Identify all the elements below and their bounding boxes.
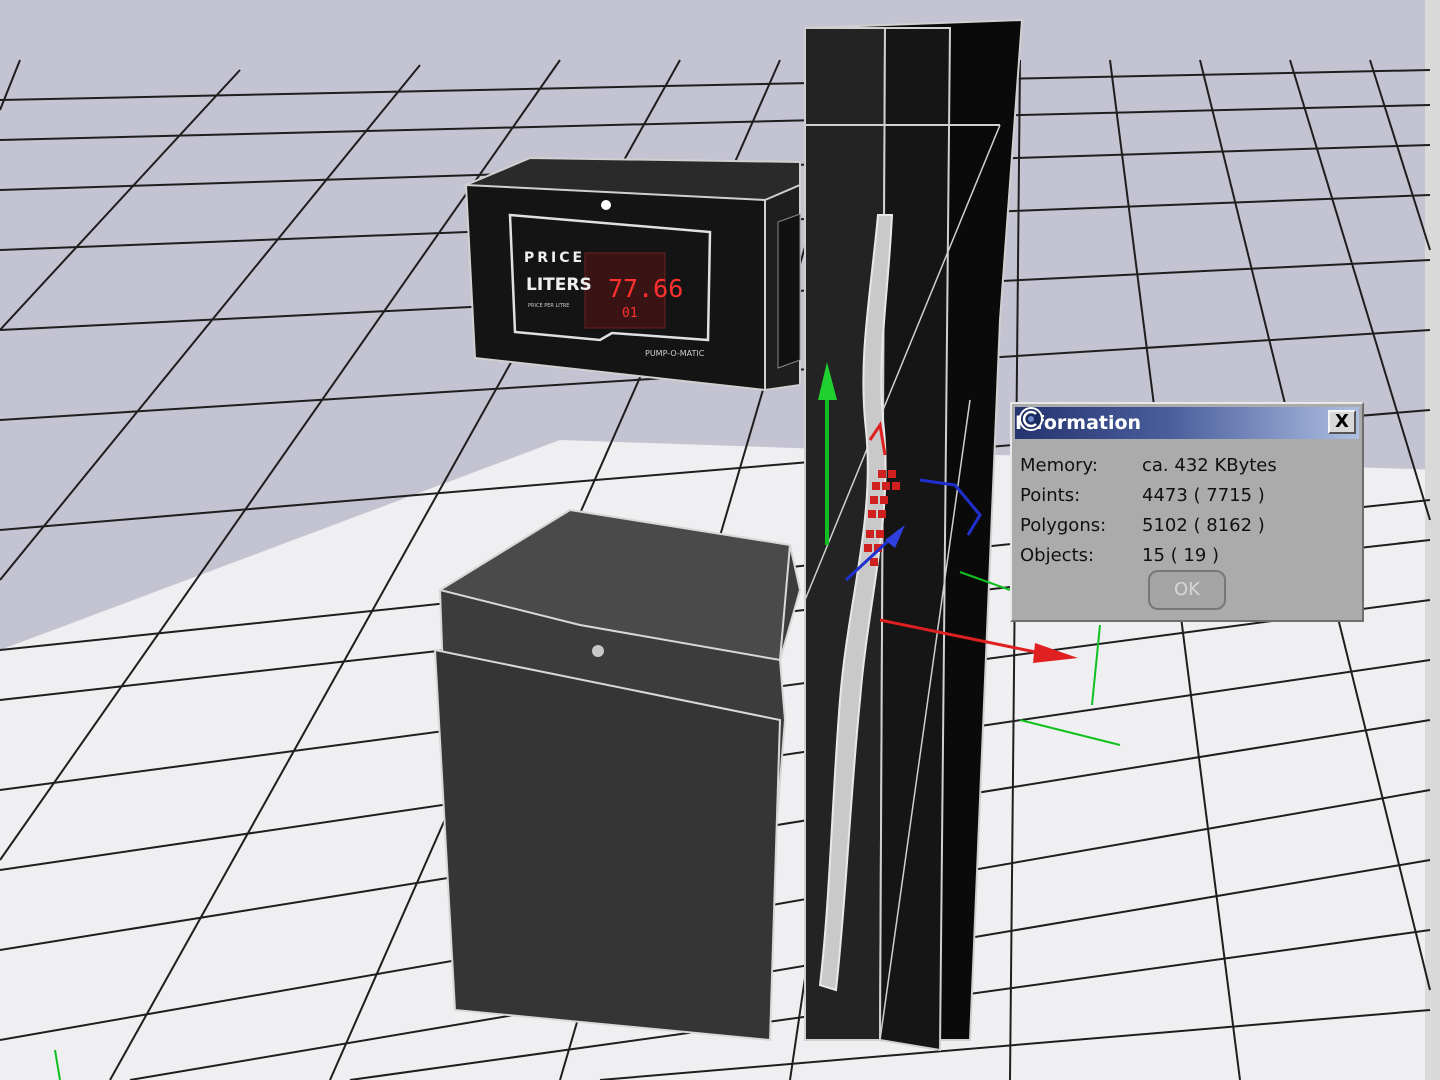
memory-label: Memory: (1020, 454, 1098, 476)
display-small-label: PRICE PER LITRE (528, 303, 569, 309)
info-rows: Memory: ca. 432 KBytes Points: 4473 ( 77… (1020, 450, 1354, 570)
objects-value: 15 ( 19 ) (1142, 544, 1220, 566)
display-light-icon (601, 200, 611, 210)
close-icon: X (1335, 411, 1349, 432)
ok-button[interactable]: OK (1148, 570, 1226, 610)
objects-label: Objects: (1020, 544, 1095, 566)
3d-viewport[interactable]: PRICE LITERS PRICE PER LITRE 77.66 01 PU… (0, 0, 1440, 1080)
dialog-titlebar[interactable]: Information X (1015, 407, 1359, 439)
display-liters-value: 01 (622, 306, 638, 321)
info-row-objects: Objects: 15 ( 19 ) (1020, 540, 1354, 570)
price-display-box[interactable]: PRICE LITERS PRICE PER LITRE 77.66 01 PU… (462, 156, 801, 392)
display-price-label: PRICE (524, 250, 585, 266)
display-price-value: 77.66 (608, 274, 683, 303)
info-row-polygons: Polygons: 5102 ( 8162 ) (1020, 510, 1354, 540)
points-value: 4473 ( 7715 ) (1142, 484, 1265, 506)
polygons-label: Polygons: (1020, 514, 1107, 536)
info-row-memory: Memory: ca. 432 KBytes (1020, 450, 1354, 480)
display-liters-label: LITERS (526, 275, 592, 295)
display-brand-text: PUMP-O-MATIC (645, 349, 705, 358)
memory-value: ca. 432 KBytes (1142, 454, 1277, 476)
cinema4d-logo-icon (1019, 407, 1043, 431)
pump-cabinet[interactable] (433, 508, 802, 1042)
info-row-points: Points: 4473 ( 7715 ) (1020, 480, 1354, 510)
cabinet-lock-icon (592, 645, 604, 657)
information-dialog[interactable]: Information X Memory: ca. 432 KBytes Poi… (1010, 402, 1364, 622)
points-label: Points: (1020, 484, 1081, 506)
polygons-value: 5102 ( 8162 ) (1142, 514, 1265, 536)
close-button[interactable]: X (1328, 410, 1356, 434)
